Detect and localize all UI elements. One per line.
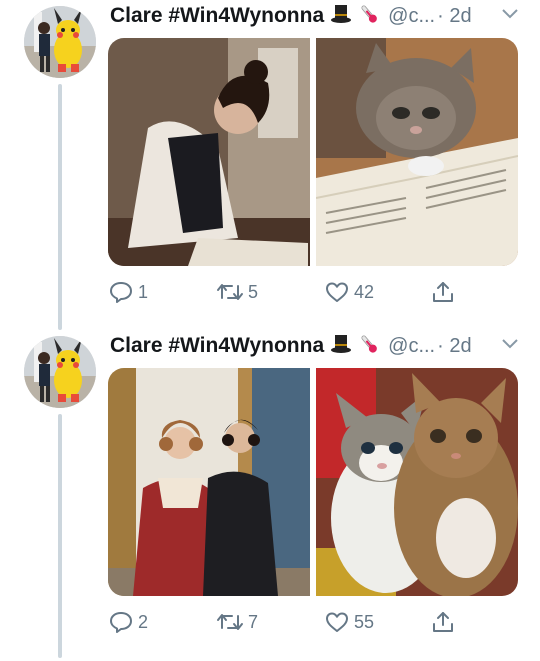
handle[interactable]: @c... xyxy=(388,335,435,358)
two-cats-hugging-photo[interactable] xyxy=(316,368,518,596)
thermometer-icon xyxy=(358,3,380,30)
retweet-button[interactable]: 5 xyxy=(216,278,258,306)
period-drama-couple-photo[interactable] xyxy=(108,368,310,596)
thread-line xyxy=(58,84,62,330)
like-button[interactable]: 55 xyxy=(324,608,374,636)
share-icon xyxy=(430,610,456,634)
tweet-actions: 1 5 42 xyxy=(108,278,518,308)
reply-icon xyxy=(108,610,134,634)
reply-count: 1 xyxy=(138,281,149,302)
handle[interactable]: @c... xyxy=(388,5,435,28)
share-button[interactable] xyxy=(430,608,456,636)
media-grid xyxy=(108,368,518,596)
display-name[interactable]: Clare #Win4Wynonna xyxy=(110,4,324,28)
cat-reading-book-photo[interactable] xyxy=(316,38,518,266)
thermometer-icon xyxy=(358,333,380,360)
avatar[interactable] xyxy=(24,6,96,78)
chevron-down-icon[interactable] xyxy=(500,6,520,20)
retweet-count: 5 xyxy=(248,281,259,302)
retweet-button[interactable]: 7 xyxy=(216,608,258,636)
heart-icon xyxy=(324,280,350,304)
retweet-count: 7 xyxy=(248,611,259,632)
retweet-icon xyxy=(216,610,244,634)
timestamp[interactable]: · 2d xyxy=(437,5,471,28)
media-grid xyxy=(108,38,518,266)
reply-count: 2 xyxy=(138,611,149,632)
heart-icon xyxy=(324,610,350,634)
top-hat-icon xyxy=(330,3,352,30)
tweet-header: Clare #Win4Wynonna @c... · 2d xyxy=(110,332,472,360)
reply-button[interactable]: 1 xyxy=(108,278,148,306)
like-button[interactable]: 42 xyxy=(324,278,374,306)
retweet-icon xyxy=(216,280,244,304)
reply-button[interactable]: 2 xyxy=(108,608,148,636)
tweet-actions: 2 7 55 xyxy=(108,608,518,638)
share-icon xyxy=(430,280,456,304)
tweet-header: Clare #Win4Wynonna @c... · 2d xyxy=(110,2,472,30)
timestamp[interactable]: · 2d xyxy=(437,335,471,358)
tweet[interactable]: Clare #Win4Wynonna @c... · 2d xyxy=(0,0,540,330)
chevron-down-icon[interactable] xyxy=(500,336,520,350)
reply-icon xyxy=(108,280,134,304)
like-count: 42 xyxy=(354,281,375,302)
painting-woman-writing-photo[interactable] xyxy=(108,38,310,266)
tweet[interactable]: Clare #Win4Wynonna @c... · 2d xyxy=(0,330,540,661)
avatar[interactable] xyxy=(24,336,96,408)
display-name[interactable]: Clare #Win4Wynonna xyxy=(110,334,324,358)
top-hat-icon xyxy=(330,333,352,360)
like-count: 55 xyxy=(354,611,375,632)
share-button[interactable] xyxy=(430,278,456,306)
thread-line xyxy=(58,414,62,658)
